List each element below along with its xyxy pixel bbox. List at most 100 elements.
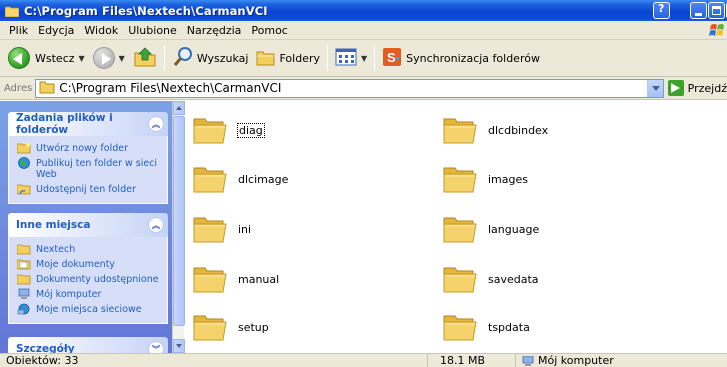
my-documents-icon	[16, 258, 31, 270]
arrow-up-icon	[176, 106, 182, 110]
folder-item[interactable]: setup	[193, 304, 269, 350]
folder-item[interactable]: diag	[193, 107, 265, 153]
views-button[interactable]: ▼	[331, 42, 371, 74]
chevron-down-icon: ▼	[78, 53, 85, 63]
panel-title: Zadania plików i folderów	[16, 112, 113, 136]
up-folder-button[interactable]	[129, 42, 161, 74]
folder-name: dlcdbindex	[488, 123, 549, 137]
place-shared-documents[interactable]: Dokumenty udostępnione	[16, 274, 159, 285]
file-tasks-header[interactable]: Zadania plików i folderów ︽	[8, 112, 168, 136]
address-bar: Adres C:\Program Files\Nextech\CarmanVCI…	[0, 77, 727, 100]
views-icon	[335, 48, 357, 69]
folder-icon	[16, 243, 31, 255]
publish-web-icon	[17, 157, 31, 169]
chevron-down-icon: ▼	[118, 53, 125, 63]
folder-item[interactable]: dlcimage	[193, 156, 288, 202]
menu-favorites[interactable]: Ulubione	[123, 24, 182, 37]
address-label: Adres	[4, 82, 33, 94]
address-dropdown-button[interactable]	[646, 79, 663, 97]
maximize-button[interactable]	[708, 2, 725, 19]
folder-icon	[443, 115, 477, 145]
menu-edit[interactable]: Edycja	[33, 24, 79, 37]
other-places-body: Nextech Moje dokumenty Dokumenty udostęp…	[8, 237, 168, 324]
menu-tools[interactable]: Narzędzia	[182, 24, 247, 37]
task-share-folder[interactable]: Udostępnij ten folder	[16, 184, 159, 195]
sync-label: Synchronizacja folderów	[406, 51, 540, 65]
sync-folders-button[interactable]: S Synchronizacja folderów	[378, 42, 544, 74]
go-label: Przejdź	[687, 81, 727, 95]
status-bar: Obiektów: 33 18.1 MB Mój komputer	[0, 353, 727, 367]
folder-name: images	[488, 172, 528, 186]
scroll-up-button[interactable]	[173, 101, 185, 115]
svg-text:S: S	[387, 50, 396, 65]
minimize-button[interactable]	[690, 2, 707, 19]
place-label: Mój komputer	[36, 289, 102, 300]
place-network-places[interactable]: Moje miejsca sieciowe	[17, 303, 159, 315]
folder-name: ini	[238, 222, 252, 236]
other-places-header[interactable]: Inne miejsca ︽	[8, 213, 168, 237]
scroll-down-button[interactable]	[173, 339, 185, 353]
folder-name: diag	[237, 122, 265, 138]
other-places-panel: Inne miejsca ︽ Nextech Moje dokumenty Do…	[8, 213, 168, 324]
expand-chevron-icon[interactable]: ︾	[148, 341, 164, 353]
folder-icon	[193, 164, 227, 194]
folder-name: savedata	[488, 272, 539, 286]
back-arrow-icon	[8, 47, 30, 69]
folder-item[interactable]: dlcdbindex	[443, 107, 548, 153]
chevron-down-icon	[651, 85, 660, 91]
task-label: Udostępnij ten folder	[36, 184, 136, 195]
menu-view[interactable]: Widok	[79, 24, 123, 37]
place-my-computer[interactable]: Mój komputer	[17, 288, 159, 300]
folder-icon	[443, 312, 477, 342]
details-header[interactable]: Szczegóły ︾	[8, 337, 168, 353]
folder-icon	[39, 80, 55, 97]
search-button[interactable]: Wyszukaj	[168, 42, 253, 74]
folder-item[interactable]: language	[443, 206, 539, 252]
place-label: Moje miejsca sieciowe	[36, 304, 142, 315]
address-input[interactable]: C:\Program Files\Nextech\CarmanVCI	[35, 78, 664, 98]
scroll-thumb[interactable]	[173, 116, 185, 326]
folder-name: setup	[238, 320, 269, 334]
go-button[interactable]: Przejdź	[667, 80, 727, 96]
menu-file[interactable]: Plik	[4, 24, 33, 37]
title-bar[interactable]: C:\Program Files\Nextech\CarmanVCI ?	[0, 0, 727, 21]
task-label: Utwórz nowy folder	[36, 143, 128, 154]
menu-help[interactable]: Pomoc	[246, 24, 292, 37]
toolbar-separator	[163, 45, 165, 71]
location-zone: Mój komputer	[515, 354, 614, 367]
place-my-documents[interactable]: Moje dokumenty	[16, 258, 159, 270]
object-count: Obiektów: 33	[6, 354, 79, 367]
task-publish-web[interactable]: Publikuj ten folder w sieci Web	[17, 157, 159, 180]
address-value: C:\Program Files\Nextech\CarmanVCI	[59, 81, 282, 95]
sync-icon: S	[382, 47, 402, 70]
folder-item[interactable]: tspdata	[443, 304, 530, 350]
folder-item[interactable]: savedata	[443, 256, 539, 302]
folder-item[interactable]: manual	[193, 256, 279, 302]
forward-button[interactable]: ▼	[89, 42, 129, 74]
total-size: 18.1 MB	[427, 354, 515, 367]
task-pane: Zadania plików i folderów ︽ Utwórz nowy …	[0, 101, 172, 353]
file-tasks-panel: Zadania plików i folderów ︽ Utwórz nowy …	[8, 112, 168, 204]
folder-item[interactable]: images	[443, 156, 528, 202]
collapse-chevron-icon[interactable]: ︽	[148, 116, 164, 132]
back-button[interactable]: Wstecz ▼	[4, 42, 89, 74]
toolbar-separator	[374, 45, 376, 71]
collapse-chevron-icon[interactable]: ︽	[148, 217, 164, 233]
folder-icon	[193, 264, 227, 294]
go-arrow-icon	[667, 80, 684, 96]
help-button[interactable]: ?	[653, 2, 670, 19]
location-label: Mój komputer	[538, 354, 614, 367]
folder-item[interactable]: ini	[193, 206, 251, 252]
task-pane-scrollbar[interactable]	[172, 101, 185, 353]
file-tasks-body: Utwórz nowy folder Publikuj ten folder w…	[8, 136, 168, 204]
task-new-folder[interactable]: Utwórz nowy folder	[16, 143, 159, 154]
arrow-down-icon	[176, 344, 182, 348]
search-icon	[172, 46, 194, 71]
folders-button[interactable]: Foldery	[252, 42, 324, 74]
place-label: Dokumenty udostępnione	[36, 274, 159, 285]
my-computer-icon	[17, 288, 31, 300]
help-icon: ?	[658, 2, 665, 15]
place-nextech[interactable]: Nextech	[16, 243, 159, 255]
task-label: Publikuj ten folder w sieci Web	[36, 158, 158, 180]
maximize-icon	[712, 6, 721, 15]
